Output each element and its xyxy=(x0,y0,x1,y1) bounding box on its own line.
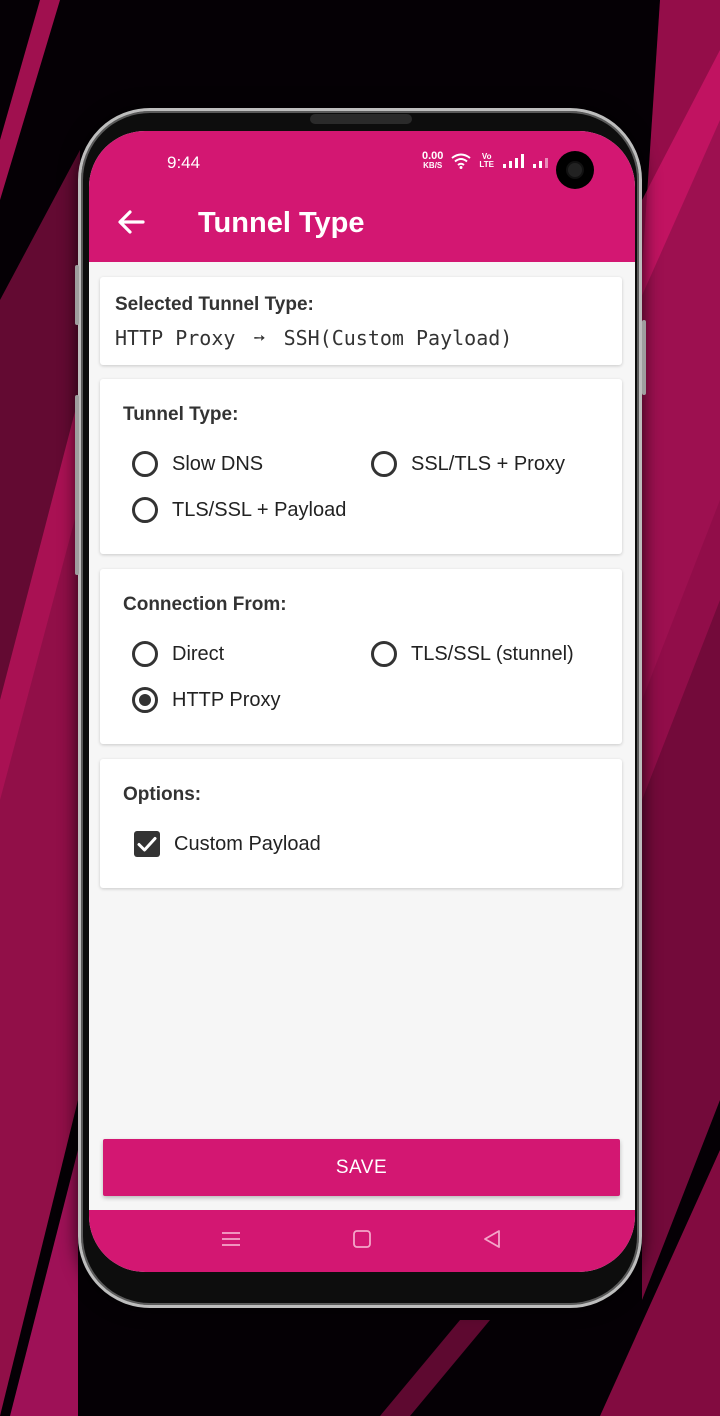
back-arrow-icon[interactable] xyxy=(115,206,147,238)
selected-tunnel-value: HTTP Proxy ➙ SSH(Custom Payload) xyxy=(115,326,512,350)
selected-to: SSH(Custom Payload) xyxy=(283,326,513,350)
selected-tunnel-label: Selected Tunnel Type: xyxy=(115,294,314,315)
phone-screen: 9:44 0.00 KB/S Vo LTE Tunnel Type Select… xyxy=(89,131,635,1272)
wifi-icon xyxy=(451,153,472,169)
tunnel-type-label: Tunnel Type: xyxy=(123,404,239,425)
radio-button[interactable] xyxy=(132,641,158,667)
radio-label: HTTP Proxy xyxy=(172,688,281,711)
volte-icon: Vo LTE xyxy=(479,152,494,169)
radio-tls-ssl-payload[interactable]: TLS/SSL + Payload xyxy=(132,497,346,523)
app-bar: 9:44 0.00 KB/S Vo LTE Tunnel Type xyxy=(89,131,635,262)
connection-from-card: Connection From: Direct TLS/SSL (stunnel… xyxy=(100,569,622,744)
volume-up-button-hardware xyxy=(75,265,79,325)
radio-ssl-tls-proxy[interactable]: SSL/TLS + Proxy xyxy=(371,451,565,477)
signal-icon-2 xyxy=(532,157,548,168)
home-icon[interactable] xyxy=(351,1228,373,1250)
radio-button-checked[interactable] xyxy=(132,687,158,713)
options-label: Options: xyxy=(123,784,202,805)
radio-button[interactable] xyxy=(132,497,158,523)
radio-button[interactable] xyxy=(371,641,397,667)
arrow-icon: ➙ xyxy=(253,326,266,350)
status-icons: 0.00 KB/S Vo LTE xyxy=(422,151,550,170)
front-camera xyxy=(556,151,594,189)
signal-icon xyxy=(502,153,524,168)
power-button-hardware xyxy=(642,320,646,395)
radio-label: TLS/SSL + Payload xyxy=(172,498,347,521)
radio-tls-ssl-stunnel[interactable]: TLS/SSL (stunnel) xyxy=(371,641,574,667)
status-time: 9:44 xyxy=(167,153,201,172)
radio-http-proxy[interactable]: HTTP Proxy xyxy=(132,687,281,713)
radio-label: Slow DNS xyxy=(172,452,264,475)
connection-from-label: Connection From: xyxy=(123,594,287,615)
volte-bottom: LTE xyxy=(479,159,494,169)
checkbox-checked[interactable] xyxy=(134,831,160,857)
radio-label: SSL/TLS + Proxy xyxy=(411,452,565,475)
page-title: Tunnel Type xyxy=(198,207,365,239)
radio-label: TLS/SSL (stunnel) xyxy=(411,642,574,665)
net-speed: 0.00 KB/S xyxy=(422,151,443,170)
save-button[interactable]: SAVE xyxy=(103,1139,620,1196)
selected-tunnel-card: Selected Tunnel Type: HTTP Proxy ➙ SSH(C… xyxy=(100,277,622,365)
radio-button[interactable] xyxy=(371,451,397,477)
checkmark-icon xyxy=(137,837,157,852)
radio-button[interactable] xyxy=(132,451,158,477)
radio-direct[interactable]: Direct xyxy=(132,641,224,667)
selected-from: HTTP Proxy xyxy=(115,326,236,350)
back-triangle-icon[interactable] xyxy=(481,1228,503,1250)
checkbox-custom-payload[interactable]: Custom Payload xyxy=(134,831,321,857)
checkbox-label: Custom Payload xyxy=(174,832,321,855)
volume-down-button-hardware xyxy=(75,395,79,575)
tunnel-type-card: Tunnel Type: Slow DNS SSL/TLS + Proxy TL… xyxy=(100,379,622,554)
navigation-bar xyxy=(89,1210,635,1272)
net-speed-unit: KB/S xyxy=(423,161,443,170)
options-card: Options: Custom Payload xyxy=(100,759,622,888)
earpiece-speaker xyxy=(310,114,412,124)
radio-slow-dns[interactable]: Slow DNS xyxy=(132,451,263,477)
radio-label: Direct xyxy=(172,642,225,665)
menu-icon[interactable] xyxy=(220,1228,242,1250)
